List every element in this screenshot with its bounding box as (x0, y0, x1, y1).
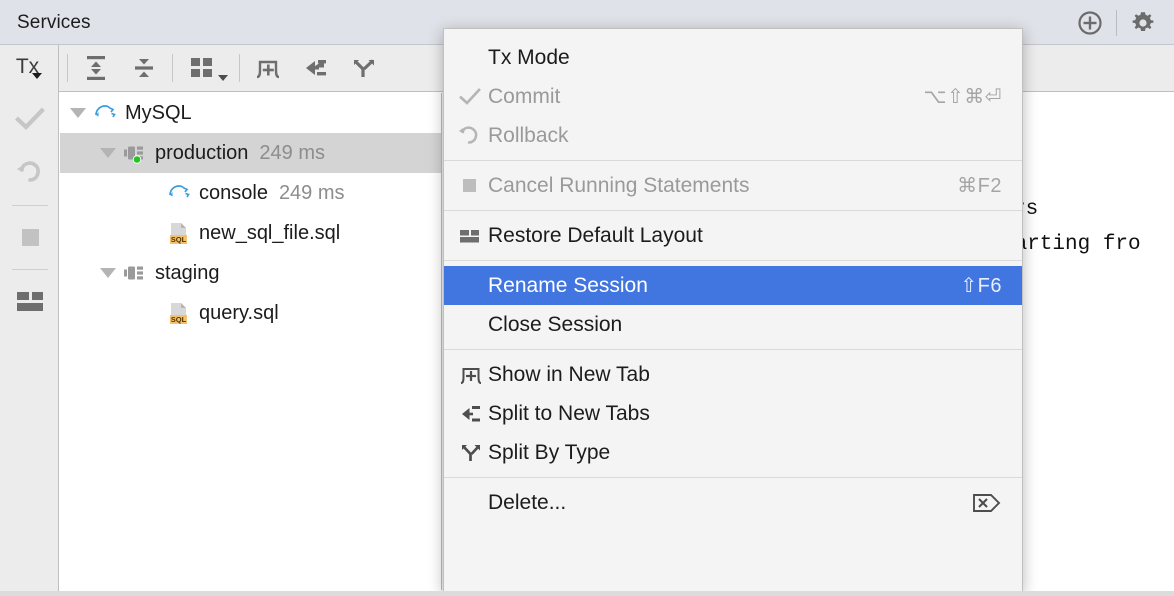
menu-item-label: Rollback (488, 123, 569, 147)
split-to-new-tabs-icon (458, 401, 488, 427)
menu-item-shortcut: ⌥⇧⌘⏎ (923, 86, 1002, 108)
menu-item-label: Show in New Tab (488, 362, 650, 386)
tree-node-label: MySQL (125, 101, 192, 124)
tree-node-duration: 249 ms (259, 141, 325, 164)
menu-item-label: Split to New Tabs (488, 401, 650, 425)
restore-layout-icon[interactable] (0, 274, 59, 328)
menu-separator (444, 344, 1022, 355)
menu-separator (444, 155, 1022, 166)
menu-item-shortcut: ⌘F2 (957, 175, 1002, 197)
menu-item-shortcut: ⇧F6 (960, 275, 1002, 297)
header-actions (1067, 0, 1166, 45)
restore-layout-icon (458, 224, 488, 248)
menu-item-cancel-running-statements: Cancel Running Statements ⌘F2 (444, 166, 1022, 205)
menu-item-label: Tx Mode (488, 45, 570, 69)
session-connected-icon (122, 141, 148, 165)
target-icon[interactable] (1067, 0, 1113, 45)
menu-item-close-session[interactable]: Close Session (444, 305, 1022, 344)
menu-separator (444, 255, 1022, 266)
menu-item-label: Commit (488, 84, 561, 108)
context-menu-group: Rename Session ⇧F6 Close Session (444, 266, 1022, 344)
window-bottom-edge (0, 591, 1174, 596)
svg-text:SQL: SQL (171, 315, 187, 324)
menu-item-delete[interactable]: Delete... (444, 483, 1022, 522)
tx-dropdown[interactable]: Tx (0, 45, 59, 92)
toolbar-divider (67, 54, 68, 82)
session-context-menu[interactable]: Tx Mode Commit ⌥⇧⌘⏎ Rollback Cancel Runn… (443, 28, 1023, 592)
stop-icon[interactable] (0, 210, 59, 264)
svg-text:SQL: SQL (171, 235, 187, 244)
tree-node-label: staging (155, 261, 220, 284)
tree-node-production[interactable]: production 249 ms (60, 133, 441, 173)
session-vertical-toolbar: Tx (0, 45, 59, 596)
toolbar-divider (239, 54, 240, 82)
tree-node-duration: 249 ms (278, 181, 345, 204)
menu-item-label: Delete... (488, 490, 567, 514)
delete-key-icon (946, 491, 1002, 515)
collapse-all-icon[interactable] (120, 45, 168, 92)
expand-all-icon[interactable] (72, 45, 120, 92)
mysql-dolphin-icon (166, 181, 192, 205)
context-menu-group: Cancel Running Statements ⌘F2 (444, 166, 1022, 205)
menu-item-label: Close Session (488, 312, 623, 336)
show-in-new-tab-icon (458, 362, 488, 388)
header-divider (1116, 9, 1117, 36)
chevron-down-icon[interactable] (70, 108, 86, 118)
menu-separator (444, 472, 1022, 483)
tree-node-query-sql[interactable]: SQL query.sql (60, 293, 441, 333)
menu-item-tx-mode[interactable]: Tx Mode (444, 38, 1022, 77)
editor-scrollbar[interactable] (1160, 93, 1174, 590)
services-tree[interactable]: MySQL production 249 ms console 249 ms S… (60, 93, 441, 590)
split-by-type-icon[interactable] (340, 45, 388, 92)
toolbar-divider (12, 269, 48, 270)
tree-node-new-sql-file[interactable]: SQL new_sql_file.sql (60, 213, 441, 253)
menu-item-label: Rename Session (488, 273, 648, 297)
menu-item-show-in-new-tab[interactable]: Show in New Tab (444, 355, 1022, 394)
chevron-down-icon (218, 74, 228, 81)
chevron-down-icon[interactable] (100, 268, 116, 278)
tree-node-console[interactable]: console 249 ms (60, 173, 441, 213)
split-to-new-tabs-icon[interactable] (292, 45, 340, 92)
mysql-dolphin-icon (92, 101, 118, 125)
toolbar-divider (172, 54, 173, 82)
menu-item-rename-session[interactable]: Rename Session ⇧F6 (444, 266, 1022, 305)
rollback-icon (458, 124, 488, 148)
sql-file-icon: SQL (166, 300, 192, 326)
services-tool-window: Services rs tarting fro Tx MySQL product… (0, 0, 1174, 596)
menu-item-split-to-new-tabs[interactable]: Split to New Tabs (444, 394, 1022, 433)
gear-icon[interactable] (1120, 0, 1166, 45)
tree-node-label: production (155, 141, 249, 164)
menu-item-split-by-type[interactable]: Split By Type (444, 433, 1022, 472)
panel-divider (441, 93, 442, 590)
tree-node-label: console (199, 181, 268, 204)
menu-item-commit: Commit ⌥⇧⌘⏎ (444, 77, 1022, 116)
stop-icon (458, 174, 488, 198)
sql-file-icon: SQL (166, 220, 192, 246)
tree-node-staging[interactable]: staging (60, 253, 441, 293)
commit-icon[interactable] (0, 92, 59, 146)
show-in-new-tab-icon[interactable] (244, 45, 292, 92)
tree-node-label: query.sql (199, 301, 279, 324)
check-icon (458, 85, 488, 109)
split-by-type-icon (458, 440, 488, 466)
layout-options-icon[interactable] (177, 45, 235, 92)
tree-node-mysql[interactable]: MySQL (60, 93, 441, 133)
session-icon (122, 261, 148, 285)
page-title: Services (17, 12, 91, 33)
tree-node-label: new_sql_file.sql (199, 221, 341, 244)
menu-item-rollback: Rollback (444, 116, 1022, 155)
menu-item-label: Cancel Running Statements (488, 173, 750, 197)
chevron-down-icon (32, 73, 42, 79)
context-menu-group: Delete... (444, 483, 1022, 522)
menu-separator (444, 205, 1022, 216)
menu-item-label: Restore Default Layout (488, 223, 703, 247)
context-menu-group: Restore Default Layout (444, 216, 1022, 255)
menu-item-restore-default-layout[interactable]: Restore Default Layout (444, 216, 1022, 255)
toolbar-divider (12, 205, 48, 206)
chevron-down-icon[interactable] (100, 148, 116, 158)
menu-item-label: Split By Type (488, 440, 611, 464)
context-menu-group: Show in New Tab Split to New Tabs Split … (444, 355, 1022, 472)
rollback-icon[interactable] (0, 146, 59, 200)
context-menu-group: Tx Mode Commit ⌥⇧⌘⏎ Rollback (444, 38, 1022, 155)
